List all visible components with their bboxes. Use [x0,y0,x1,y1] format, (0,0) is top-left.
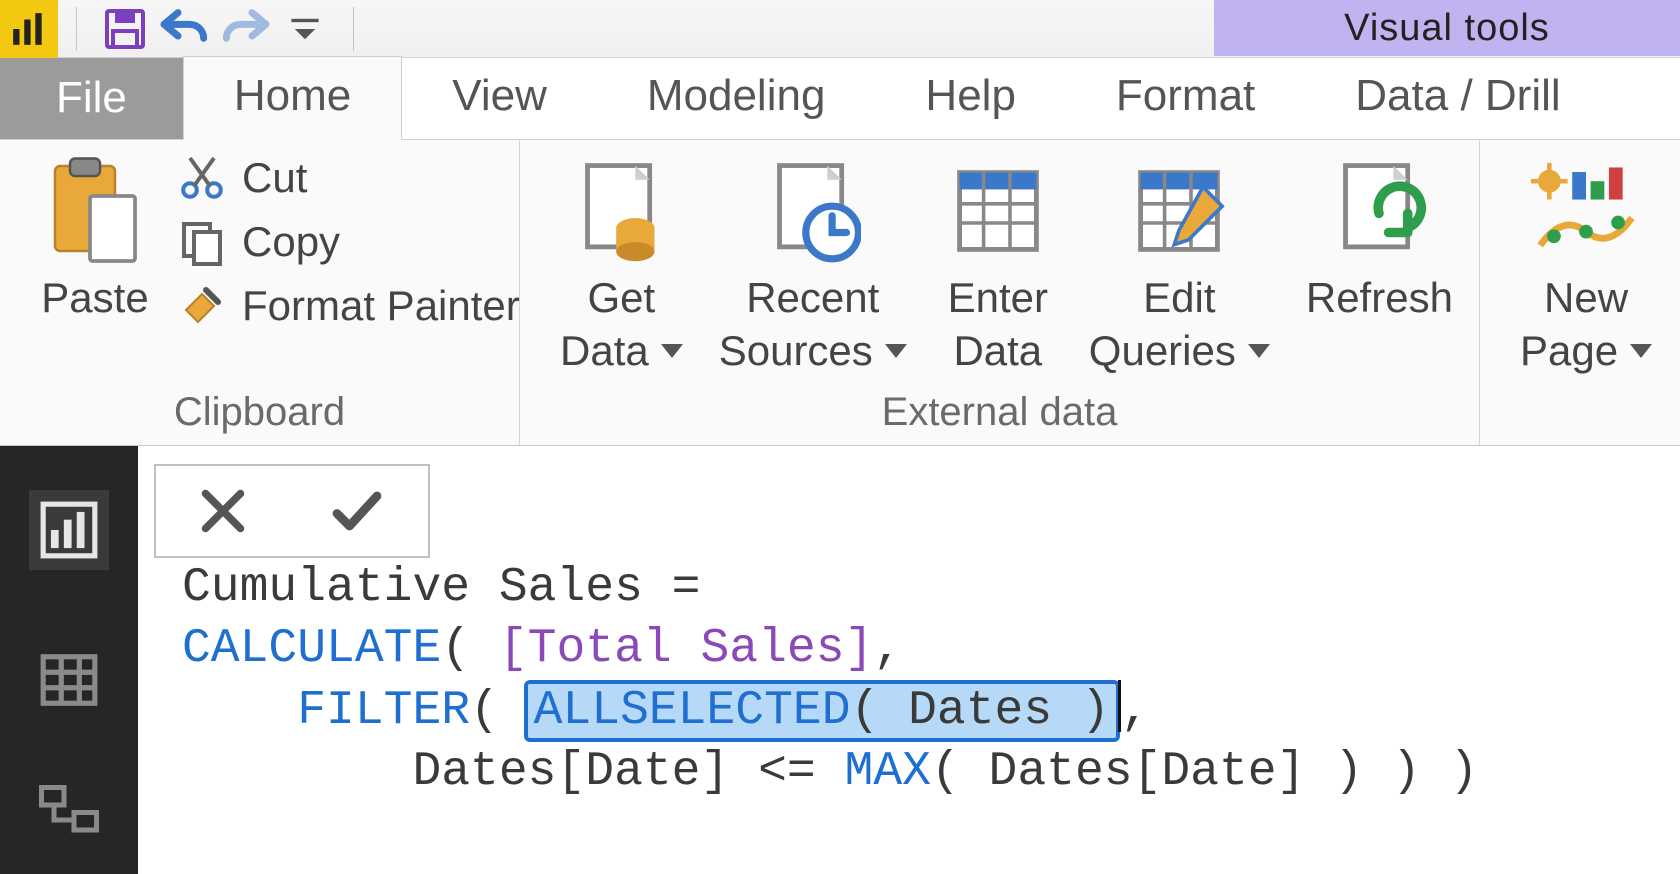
formula-controls [154,464,430,558]
cut-label: Cut [242,154,307,202]
edit-queries-button[interactable]: Edit Queries [1071,152,1288,381]
qat-customize-button[interactable] [275,4,335,54]
paste-icon [40,156,150,266]
text-cursor [1118,680,1121,732]
copy-label: Copy [242,218,340,266]
formula-selection: ALLSELECTED( Dates ) [528,684,1116,738]
tab-help[interactable]: Help [875,57,1066,139]
paste-label: Paste [41,272,148,325]
paste-button[interactable]: Paste [22,152,168,329]
group-external-data-label: External data [542,384,1457,445]
new-page-label-1: New [1544,272,1628,325]
rail-report-view[interactable] [29,490,109,570]
formula-text: Cumulative Sales = CALCULATE( [Total Sal… [182,561,1478,799]
tab-modeling[interactable]: Modeling [597,57,876,139]
rail-model-view[interactable] [29,770,109,850]
chevron-down-icon [661,344,683,358]
copy-icon [176,216,228,268]
cut-icon [176,152,228,204]
new-page-label-2: Page [1520,325,1618,378]
refresh-label: Refresh [1306,272,1453,325]
refresh-icon [1324,156,1434,266]
edit-queries-label-1: Edit [1143,272,1215,325]
get-data-button[interactable]: Get Data [542,152,701,381]
undo-button[interactable] [155,4,215,54]
format-painter-label: Format Painter [242,282,520,330]
group-external-data: Get Data Recent Sources Enter Data [520,140,1480,445]
rail-data-view[interactable] [29,640,109,720]
chevron-down-icon [1248,344,1270,358]
cut-button[interactable]: Cut [176,152,520,204]
get-data-icon [566,156,676,266]
enter-data-icon [943,156,1053,266]
save-button[interactable] [95,4,155,54]
cancel-formula-button[interactable] [198,486,248,536]
qat-separator [76,7,77,51]
recent-sources-label-1: Recent [746,272,879,325]
tab-file[interactable]: File [0,57,183,139]
contextual-tab-visual-tools: Visual tools [1214,0,1680,56]
chevron-down-icon [885,344,907,358]
view-rail [0,446,138,874]
app-icon [0,0,58,58]
enter-data-label-1: Enter [948,272,1048,325]
recent-sources-button[interactable]: Recent Sources [701,152,925,381]
redo-button[interactable] [215,4,275,54]
tab-home[interactable]: Home [183,56,402,140]
qat-separator [353,7,354,51]
edit-queries-icon [1124,156,1234,266]
format-painter-icon [176,280,228,332]
recent-sources-label-2: Sources [719,325,873,378]
edit-queries-label-2: Queries [1089,325,1236,378]
ribbon-tabs: File Home View Modeling Help Format Data… [0,58,1680,140]
new-page-icon [1531,156,1641,266]
group-clipboard-label: Clipboard [22,384,497,445]
enter-data-label-2: Data [953,325,1042,378]
refresh-button[interactable]: Refresh [1288,152,1471,381]
new-page-button[interactable]: New Page [1502,152,1670,381]
group-clipboard: Paste Cut Copy [0,140,520,445]
tab-data-drill[interactable]: Data / Drill [1305,57,1610,139]
tab-view[interactable]: View [402,57,597,139]
copy-button[interactable]: Copy [176,216,520,268]
formula-editor[interactable]: Cumulative Sales = CALCULATE( [Total Sal… [182,558,1478,804]
get-data-label-1: Get [588,272,656,325]
format-painter-button[interactable]: Format Painter [176,280,520,332]
group-insert: New Page [1480,140,1680,445]
get-data-label-2: Data [560,325,649,378]
recent-sources-icon [758,156,868,266]
commit-formula-button[interactable] [328,486,386,536]
quick-access-toolbar: Visual tools [0,0,1680,58]
ribbon: Paste Cut Copy [0,140,1680,446]
tab-format[interactable]: Format [1066,57,1305,139]
chevron-down-icon [1630,344,1652,358]
work-area: Cumulative Sales = CALCULATE( [Total Sal… [0,446,1680,874]
formula-bar-area: Cumulative Sales = CALCULATE( [Total Sal… [138,446,1680,874]
enter-data-button[interactable]: Enter Data [925,152,1071,381]
